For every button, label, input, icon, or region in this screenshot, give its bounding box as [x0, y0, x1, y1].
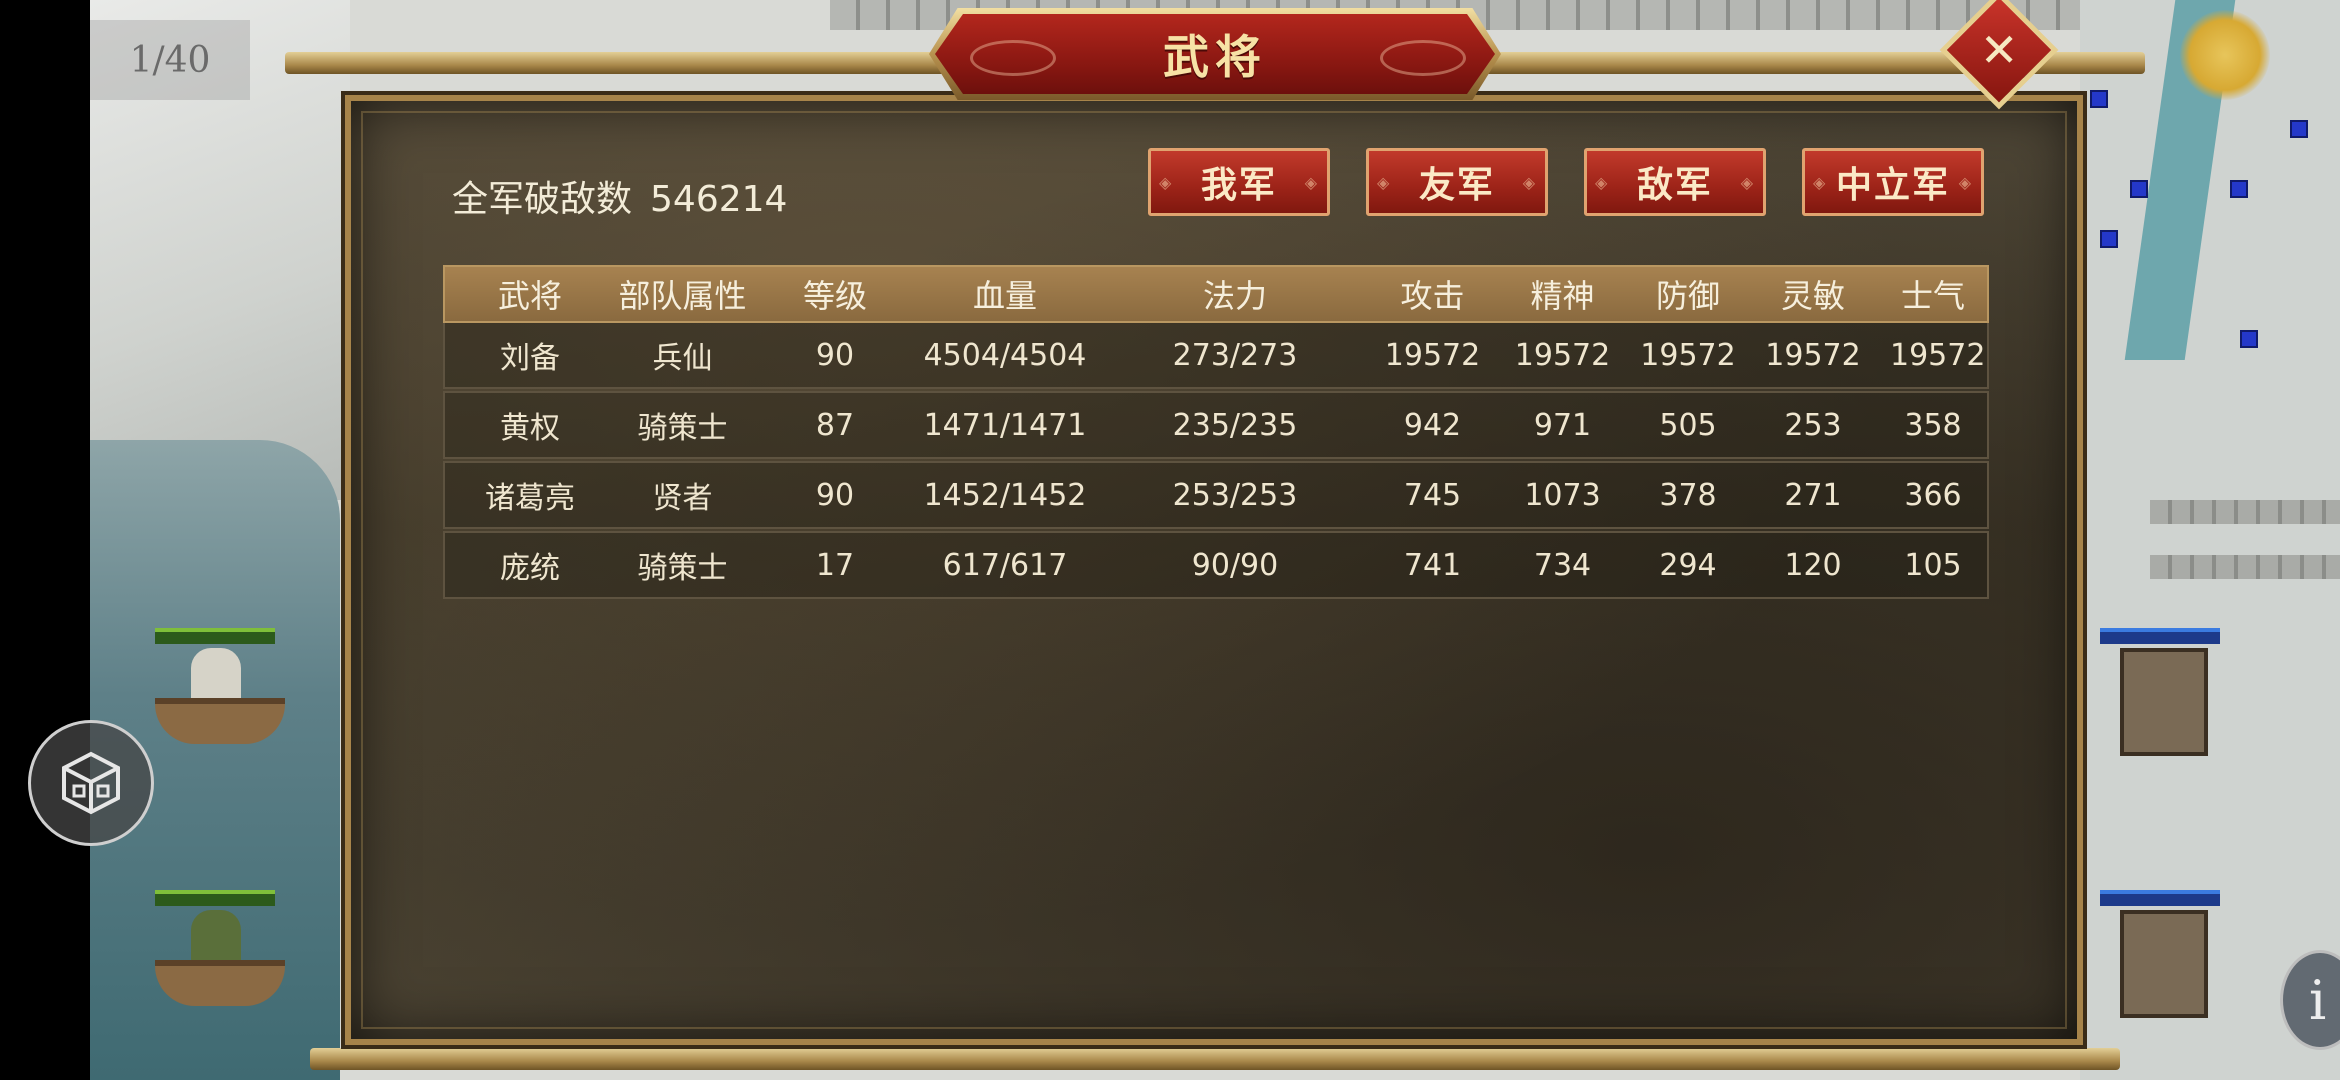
cube-menu-button[interactable] — [28, 720, 154, 846]
table-row[interactable]: 诸葛亮 贤者 90 1452/1452 253/253 745 1073 378… — [443, 461, 1989, 529]
cell-unit-type: 贤者 — [652, 481, 713, 516]
cell-mp: 273/273 — [1172, 337, 1298, 373]
enemy-marker — [2290, 120, 2308, 138]
generals-table: 武将 部队属性 等级 血量 法力 攻击 精神 防御 灵敏 士气 刘备 兵仙 90… — [443, 265, 1989, 599]
info-icon: i — [2309, 969, 2327, 1032]
tab-my-army[interactable]: 我军 — [1148, 148, 1330, 216]
sun-icon — [2180, 10, 2270, 100]
enemy-siege-tower[interactable] — [2100, 628, 2220, 758]
cell-spirit: 19572 — [1514, 337, 1611, 373]
cube-icon — [62, 751, 120, 815]
hp-bar — [155, 890, 275, 906]
close-icon: ✕ — [1979, 22, 2019, 77]
fortress-wall — [2150, 555, 2340, 579]
page-counter: 1/40 — [90, 20, 250, 100]
ally-unit-boat[interactable] — [155, 628, 285, 748]
cell-spirit: 1073 — [1524, 477, 1601, 513]
cell-spirit: 734 — [1533, 547, 1592, 583]
cell-spirit: 971 — [1533, 407, 1592, 443]
cell-unit-type: 骑策士 — [637, 411, 728, 446]
table-row[interactable]: 黄权 骑策士 87 1471/1471 235/235 942 971 505 … — [443, 391, 1989, 459]
cell-attack: 745 — [1403, 477, 1462, 513]
cell-defense: 378 — [1659, 477, 1717, 513]
cell-level: 90 — [815, 477, 855, 513]
cell-hp: 1471/1471 — [923, 407, 1087, 443]
cell-defense: 505 — [1659, 407, 1717, 443]
cell-unit-type: 兵仙 — [652, 341, 713, 376]
enemy-marker — [2240, 330, 2258, 348]
tower-sprite — [2120, 648, 2208, 756]
table-header: 武将 部队属性 等级 血量 法力 攻击 精神 防御 灵敏 士气 — [443, 265, 1989, 323]
cell-level: 87 — [815, 407, 855, 443]
cell-defense: 19572 — [1640, 337, 1736, 373]
cell-defense: 294 — [1659, 547, 1717, 583]
cell-general: 黄权 — [500, 411, 560, 446]
header-attack[interactable]: 攻击 — [1380, 271, 1485, 317]
cell-mp: 235/235 — [1172, 407, 1298, 443]
enemy-siege-tower[interactable] — [2100, 890, 2220, 1020]
fortress-wall — [2150, 500, 2340, 524]
ally-unit-boat[interactable] — [155, 890, 285, 1010]
header-unit-type[interactable]: 部队属性 — [615, 271, 750, 317]
cell-attack: 19572 — [1384, 337, 1481, 373]
cell-agility: 271 — [1784, 477, 1842, 513]
total-kills-label: 全军破敌数 — [452, 179, 633, 220]
boat — [155, 698, 285, 744]
cell-morale: 105 — [1904, 547, 1962, 583]
cell-level: 90 — [815, 337, 855, 373]
cell-general: 庞统 — [500, 551, 560, 586]
tower-sprite — [2120, 910, 2208, 1018]
cell-unit-type: 骑策士 — [637, 551, 728, 586]
header-general[interactable]: 武将 — [445, 271, 615, 317]
cell-agility: 253 — [1784, 407, 1842, 443]
cell-morale: 366 — [1904, 477, 1962, 513]
cell-mp: 90/90 — [1191, 547, 1279, 583]
tab-allied-army[interactable]: 友军 — [1366, 148, 1548, 216]
header-defense[interactable]: 防御 — [1640, 271, 1736, 317]
cell-morale: 19572 — [1890, 337, 1986, 373]
cell-agility: 19572 — [1765, 337, 1861, 373]
cell-hp: 1452/1452 — [923, 477, 1087, 513]
header-morale[interactable]: 士气 — [1890, 271, 1976, 317]
enemy-marker — [2130, 180, 2148, 198]
left-black-bar — [0, 0, 90, 1080]
hp-bar — [155, 628, 275, 644]
cell-hp: 4504/4504 — [923, 337, 1087, 373]
cell-general: 刘备 — [500, 341, 560, 376]
header-mp[interactable]: 法力 — [1090, 271, 1380, 317]
enemy-marker — [2090, 90, 2108, 108]
cell-morale: 358 — [1904, 407, 1962, 443]
dialog-bottom-rail — [310, 1048, 2120, 1070]
tab-neutral-army[interactable]: 中立军 — [1802, 148, 1984, 216]
header-hp[interactable]: 血量 — [920, 271, 1090, 317]
cell-attack: 942 — [1403, 407, 1462, 443]
total-kills: 全军破敌数 546214 — [452, 170, 787, 222]
boat — [155, 960, 285, 1006]
header-spirit[interactable]: 精神 — [1485, 271, 1640, 317]
header-agility[interactable]: 灵敏 — [1736, 271, 1890, 317]
cell-agility: 120 — [1784, 547, 1842, 583]
header-level[interactable]: 等级 — [750, 271, 920, 317]
total-kills-value: 546214 — [650, 179, 788, 220]
cell-attack: 741 — [1403, 547, 1462, 583]
table-row[interactable]: 刘备 兵仙 90 4504/4504 273/273 19572 19572 1… — [443, 323, 1989, 389]
hp-bar — [2100, 628, 2220, 644]
cell-hp: 617/617 — [942, 547, 1068, 583]
cell-general: 诸葛亮 — [485, 481, 575, 516]
enemy-marker — [2100, 230, 2118, 248]
cell-level: 17 — [815, 547, 855, 583]
enemy-marker — [2230, 180, 2248, 198]
cell-mp: 253/253 — [1172, 477, 1298, 513]
hp-bar — [2100, 890, 2220, 906]
dialog-title: 武将 — [1163, 30, 1267, 84]
table-row[interactable]: 庞统 骑策士 17 617/617 90/90 741 734 294 120 … — [443, 531, 1989, 599]
tab-enemy-army[interactable]: 敌军 — [1584, 148, 1766, 216]
